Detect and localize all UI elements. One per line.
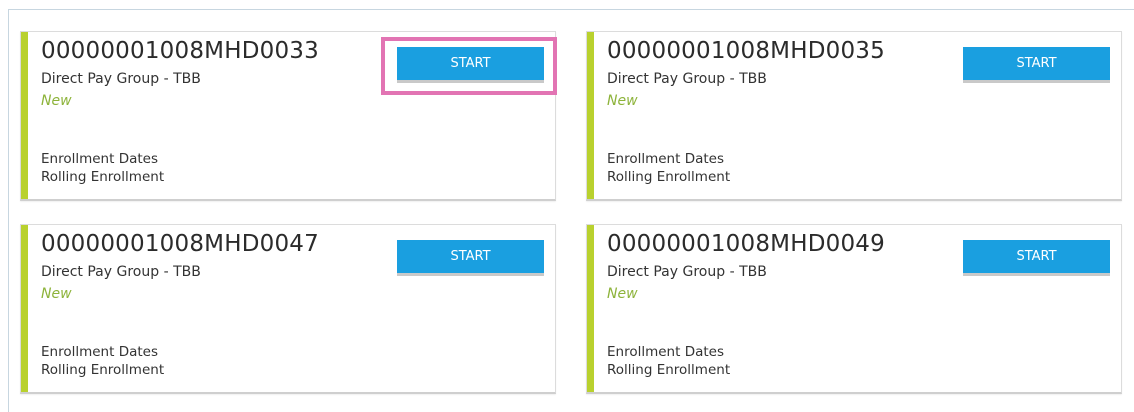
enrollment-dates-label: Enrollment Dates xyxy=(41,151,158,167)
enrollment-card: 00000001008MHD0047 Direct Pay Group - TB… xyxy=(20,224,556,394)
enrollment-dates-value: Rolling Enrollment xyxy=(607,362,731,378)
enrollment-dates-label: Enrollment Dates xyxy=(607,151,724,167)
card-group: Direct Pay Group - TBB xyxy=(607,71,767,87)
enrollment-card: 00000001008MHD0035 Direct Pay Group - TB… xyxy=(586,31,1122,201)
start-button[interactable]: START xyxy=(397,240,544,276)
start-button[interactable]: START xyxy=(397,47,544,83)
start-button[interactable]: START xyxy=(963,47,1110,83)
enrollment-card: 00000001008MHD0049 Direct Pay Group - TB… xyxy=(586,224,1122,394)
card-accent-bar xyxy=(587,225,594,392)
card-status: New xyxy=(41,286,72,302)
card-status: New xyxy=(607,286,638,302)
card-accent-bar xyxy=(21,225,28,392)
card-accent-bar xyxy=(21,32,28,199)
card-status: New xyxy=(41,93,72,109)
card-accent-bar xyxy=(587,32,594,199)
card-code: 00000001008MHD0047 xyxy=(41,231,319,257)
enrollment-dates-value: Rolling Enrollment xyxy=(41,169,165,185)
card-code: 00000001008MHD0035 xyxy=(607,38,885,64)
start-button[interactable]: START xyxy=(963,240,1110,276)
enrollment-dates-label: Enrollment Dates xyxy=(607,344,724,360)
enrollment-dates-value: Rolling Enrollment xyxy=(41,362,165,378)
card-group: Direct Pay Group - TBB xyxy=(607,264,767,280)
card-group: Direct Pay Group - TBB xyxy=(41,71,201,87)
enrollment-dates-value: Rolling Enrollment xyxy=(607,169,731,185)
card-code: 00000001008MHD0033 xyxy=(41,38,319,64)
enrollment-dates-label: Enrollment Dates xyxy=(41,344,158,360)
card-group: Direct Pay Group - TBB xyxy=(41,264,201,280)
enrollment-card: 00000001008MHD0033 Direct Pay Group - TB… xyxy=(20,31,556,201)
card-status: New xyxy=(607,93,638,109)
card-code: 00000001008MHD0049 xyxy=(607,231,885,257)
